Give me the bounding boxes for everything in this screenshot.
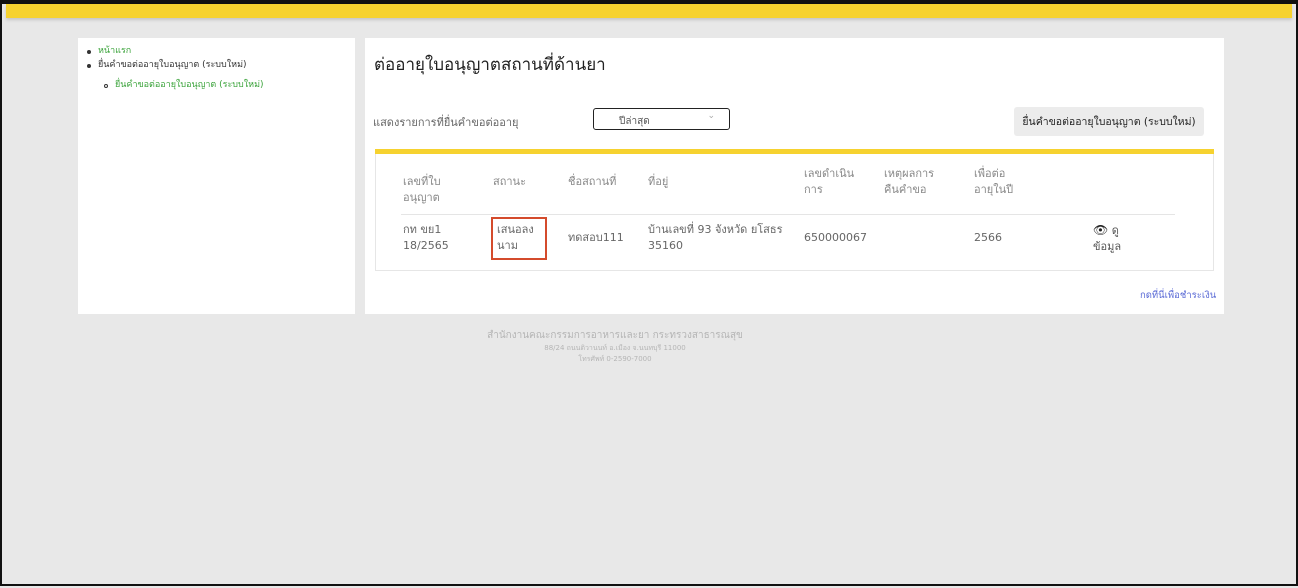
new-renew-request-button[interactable]: ยื่นคำขอต่ออายุใบอนุญาต (ระบบใหม่) (1014, 107, 1204, 136)
row-divider (401, 214, 1175, 215)
cell-process-no: 650000067 (804, 231, 867, 244)
column-header-address: ที่อยู่ (648, 175, 669, 188)
filter-label: แสดงรายการที่ยื่นคำขอต่ออายุ (373, 116, 519, 129)
page-title: ต่ออายุใบอนุญาตสถานที่ด้านยา (374, 55, 606, 75)
view-details-link[interactable]: 👁 ดูข้อมูล (1093, 222, 1143, 255)
year-select[interactable]: ปีล่าสุด ⌄ (593, 108, 730, 130)
column-header-renew-year: เพื่อต่ออายุในปี (974, 167, 1014, 196)
cell-renew-year: 2566 (974, 231, 1002, 244)
table-accent-stripe (375, 149, 1214, 154)
column-header-status: สถานะ (493, 175, 526, 188)
column-header-license-no: เลขที่ใบอนุญาต (403, 175, 441, 204)
footer-org-name: สำนักงานคณะกรรมการอาหารและยา กระทรวงสาธา… (487, 330, 743, 341)
footer-phone: โทรศัพท์ 0-2590-7000 (578, 355, 652, 363)
column-header-return-reason: เหตุผลการคืนคำขอ (884, 167, 935, 196)
chevron-down-icon: ⌄ (707, 111, 715, 121)
column-header-process-no: เลขดำเนินการ (804, 167, 855, 196)
bullet-icon (87, 64, 91, 68)
payment-link[interactable]: กดที่นี่เพื่อชำระเงิน (1140, 288, 1216, 303)
column-header-place-name: ชื่อสถานที่ (568, 175, 617, 188)
license-table: เลขที่ใบอนุญาต สถานะ ชื่อสถานที่ ที่อยู่… (375, 149, 1214, 271)
status-highlight-box (491, 217, 547, 260)
cell-license-no: กท ขย1 18/2565 (403, 223, 449, 252)
footer-address: 88/24 ถนนติวานนท์ อ.เมือง จ.นนทบุรี 1100… (544, 344, 686, 352)
eye-icon: 👁 (1093, 223, 1109, 237)
footer: สำนักงานคณะกรรมการอาหารและยา กระทรวงสาธา… (365, 329, 865, 365)
cell-place-name: ทดสอบ111 (568, 231, 624, 244)
sidebar-item-home[interactable]: หน้าแรก (98, 46, 131, 57)
year-select-value: ปีล่าสุด (619, 116, 650, 127)
sub-bullet-icon (104, 84, 108, 88)
sidebar-subitem-renew-request[interactable]: ยื่นคำขอต่ออายุใบอนุญาต (ระบบใหม่) (115, 80, 264, 91)
main-panel: ต่ออายุใบอนุญาตสถานที่ด้านยา แสดงรายการท… (365, 38, 1224, 314)
sidebar-item-renew-request[interactable]: ยื่นคำขอต่ออายุใบอนุญาต (ระบบใหม่) (98, 60, 247, 71)
cell-address: บ้านเลขที่ 93 จังหวัด ยโสธร 35160 (648, 223, 783, 252)
sidebar: หน้าแรก ยื่นคำขอต่ออายุใบอนุญาต (ระบบใหม… (78, 38, 355, 314)
bullet-icon (87, 50, 91, 54)
